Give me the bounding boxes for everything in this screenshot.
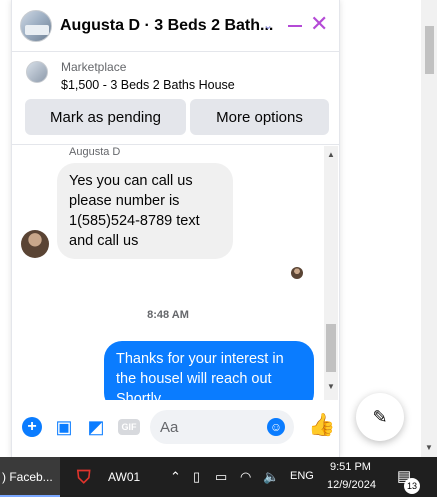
notification-badge: 13 [404,478,420,494]
wifi-icon[interactable]: ◠ [240,469,251,485]
compose-icon: ✎ [372,406,388,427]
taskbar-aw01-label[interactable]: AW01 [108,470,140,484]
listing-avatar[interactable] [20,9,52,42]
new-message-button[interactable]: ✎ [356,393,404,441]
thumbs-up-icon[interactable]: 👍 [308,414,335,436]
device-icon[interactable]: ▯ [193,469,200,485]
scrollbar-thumb[interactable] [326,324,336,372]
scroll-up-arrow-icon[interactable]: ▲ [327,150,335,159]
mark-as-pending-button[interactable]: Mark as pending [25,99,186,135]
taskbar-time[interactable]: 9:51 PM [330,461,371,473]
message-list: Augusta D Yes you can call us please num… [12,146,339,400]
incoming-message[interactable]: Yes you can call us please number is 1(5… [57,163,233,259]
windows-taskbar: ) Faceb... ⛉ AW01 ⌃ ▯ ▭ ◠ 🔈 ENG 9:51 PM … [0,457,437,497]
minimize-icon[interactable] [288,25,302,27]
close-icon[interactable]: ✕ [310,12,328,36]
photo-icon[interactable]: ▣ [54,417,74,437]
scroll-down-arrow-icon[interactable]: ▼ [327,382,335,391]
volume-icon[interactable]: 🔈 [263,469,279,485]
page: Augusta D · 3 Beds 2 Bath... ⌄ ✕ Marketp… [0,0,437,497]
sticker-icon[interactable]: ◩ [86,417,106,437]
message-scrollbar[interactable]: ▲ ▼ [324,146,338,400]
chevron-down-icon[interactable]: ⌄ [263,18,273,32]
gif-icon[interactable]: GIF [118,419,140,435]
emoji-icon[interactable]: ☺ [267,418,285,436]
composer-bar: + ▣ ◩ GIF Aa ☺ 👍 [12,402,339,454]
more-options-button[interactable]: More options [190,99,329,135]
chat-header[interactable]: Augusta D · 3 Beds 2 Bath... ⌄ ✕ [12,0,339,52]
page-scroll-down-arrow-icon[interactable]: ▼ [425,443,433,452]
sender-name: Augusta D [69,146,121,158]
message-timestamp: 8:48 AM [147,309,189,321]
taskbar-date[interactable]: 12/9/2024 [327,479,376,491]
listing-source: Marketplace [61,60,127,74]
listing-card: Marketplace $1,500 - 3 Beds 2 Baths Hous… [12,53,339,145]
language-indicator[interactable]: ENG [290,470,314,482]
message-input-placeholder: Aa [160,419,179,436]
seen-indicator-avatar [291,267,303,279]
aw01-app-icon[interactable]: ⛉ [77,467,99,487]
taskbar-facebook-label: ) Faceb... [2,470,53,484]
outgoing-message[interactable]: Thanks for your interest in the housel w… [104,341,314,400]
sender-avatar[interactable] [21,230,49,258]
plus-icon[interactable]: + [22,417,42,437]
chat-title[interactable]: Augusta D · 3 Beds 2 Bath... [60,17,273,35]
chat-window: Augusta D · 3 Beds 2 Bath... ⌄ ✕ Marketp… [11,0,340,457]
page-scrollbar-thumb[interactable] [425,26,434,74]
listing-description[interactable]: $1,500 - 3 Beds 2 Baths House [61,78,235,92]
message-input[interactable]: Aa ☺ [150,410,294,444]
page-scrollbar[interactable]: ▼ [421,0,437,457]
taskbar-facebook-app[interactable]: ) Faceb... [0,457,60,497]
chevron-up-icon[interactable]: ⌃ [170,469,181,485]
battery-icon[interactable]: ▭ [215,469,227,485]
listing-thumbnail[interactable] [26,61,48,83]
